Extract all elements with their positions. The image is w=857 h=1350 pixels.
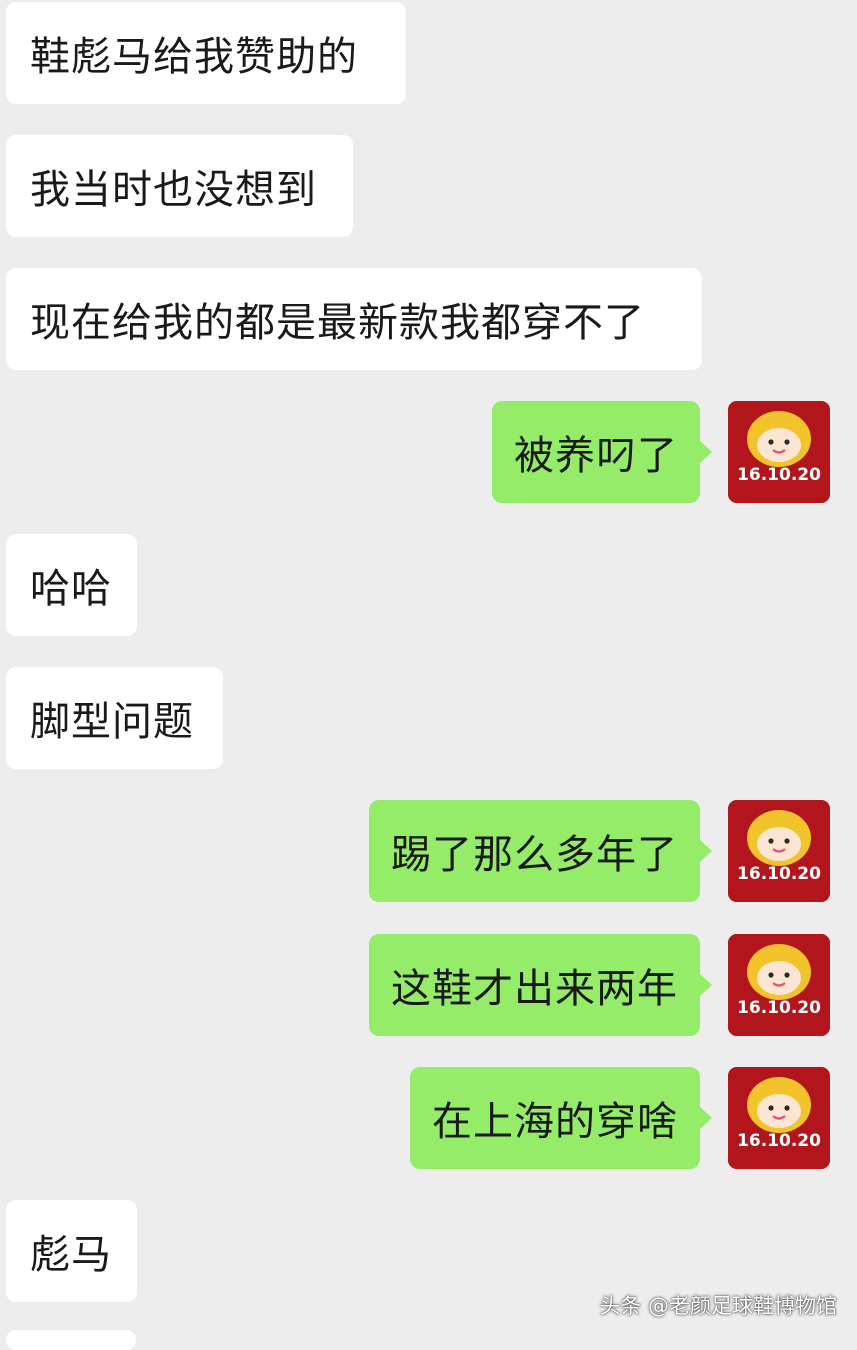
message-text: 踢了那么多年了: [391, 832, 678, 878]
incoming-message-bubble[interactable]: 脚型问题: [6, 667, 223, 769]
message-text: 我当时也没想到: [30, 167, 317, 213]
sender-avatar[interactable]: 16.10.20: [728, 800, 830, 902]
outgoing-message-bubble[interactable]: 踢了那么多年了: [369, 800, 712, 902]
message-text: 鞋彪马给我赞助的: [30, 34, 358, 80]
incoming-message-bubble[interactable]: 现在给我的都是最新款我都穿不了: [6, 268, 702, 370]
outgoing-message-bubble[interactable]: 被养叼了: [492, 401, 712, 503]
cartoon-face-avatar-icon: [728, 401, 830, 503]
message-text: 脚型问题: [30, 699, 194, 745]
avatar-date-text: 16.10.20: [737, 1131, 821, 1151]
incoming-message-bubble[interactable]: 鞋彪马给我赞助的: [6, 2, 406, 104]
cartoon-face-avatar-icon: [728, 934, 830, 1036]
cartoon-face-avatar-icon: [728, 1067, 830, 1169]
outgoing-message-bubble[interactable]: 在上海的穿啥: [410, 1067, 712, 1169]
incoming-message-bubble[interactable]: 我当时也没想到: [6, 135, 353, 237]
avatar-date-text: 16.10.20: [737, 998, 821, 1018]
sender-avatar[interactable]: 16.10.20: [728, 934, 830, 1036]
message-text: 被养叼了: [514, 433, 678, 479]
avatar-date-text: 16.10.20: [737, 864, 821, 884]
incoming-message-bubble[interactable]: 哈哈: [6, 534, 137, 636]
message-text: 在上海的穿啥: [432, 1099, 678, 1145]
incoming-message-bubble[interactable]: 彪马: [6, 1200, 137, 1302]
avatar-date-text: 16.10.20: [737, 465, 821, 485]
sender-avatar[interactable]: 16.10.20: [728, 1067, 830, 1169]
cartoon-face-avatar-icon: [728, 800, 830, 902]
outgoing-message-bubble[interactable]: 这鞋才出来两年: [369, 934, 712, 1036]
message-text: 哈哈: [30, 566, 112, 612]
sender-avatar[interactable]: 16.10.20: [728, 401, 830, 503]
watermark-text: 头条 @老颜足球鞋博物馆: [599, 1294, 837, 1318]
incoming-message-bubble-partial[interactable]: [6, 1330, 136, 1350]
message-text: 这鞋才出来两年: [391, 966, 678, 1012]
message-text: 彪马: [30, 1232, 112, 1278]
message-text: 现在给我的都是最新款我都穿不了: [30, 300, 645, 346]
